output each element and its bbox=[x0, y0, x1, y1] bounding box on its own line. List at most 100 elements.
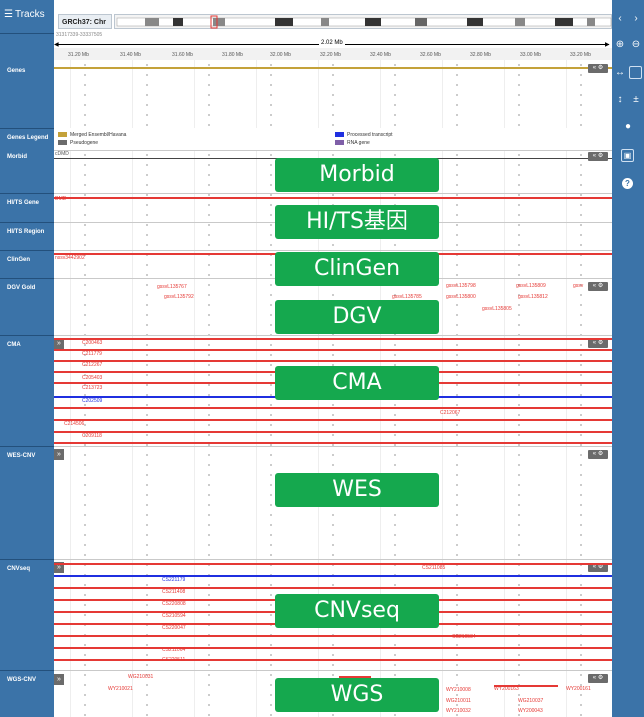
cma-cnv-bar[interactable] bbox=[54, 338, 612, 340]
wgs-label: WY210032 bbox=[446, 708, 471, 714]
vertical-arrows-icon[interactable]: ↕ bbox=[613, 93, 627, 107]
collapse-icon[interactable]: « bbox=[593, 153, 596, 159]
cma-label: C212267 bbox=[82, 362, 103, 368]
track-controls[interactable]: « ⚙ bbox=[588, 450, 608, 459]
zoom-out-icon[interactable]: ⊖ bbox=[629, 38, 643, 52]
dgv-label: gssvL135805 bbox=[482, 306, 512, 312]
gear-icon[interactable]: ⚙ bbox=[598, 65, 603, 71]
clingen-track[interactable]: nssv3442902 ClinGen bbox=[54, 250, 612, 286]
dgv-label: gssv bbox=[573, 283, 584, 289]
hits-gene-feature[interactable] bbox=[54, 197, 612, 199]
select-region-icon[interactable] bbox=[629, 66, 642, 79]
overlay-tag-hits: HI/TS基因 bbox=[275, 205, 439, 239]
track-controls[interactable]: « ⚙ bbox=[588, 339, 608, 348]
expand-button[interactable]: » bbox=[54, 449, 64, 460]
track-controls[interactable]: « ⚙ bbox=[588, 282, 608, 291]
wgs-track[interactable]: » « ⚙ WG210031 WY210021 WY210008 WY20016… bbox=[54, 670, 612, 717]
cma-label: C213723 bbox=[82, 385, 103, 391]
cnvseq-cnv-bar[interactable] bbox=[54, 659, 612, 661]
overlay-tag-morbid: Morbid bbox=[275, 158, 439, 192]
cnvseq-cnv-bar[interactable] bbox=[54, 635, 612, 637]
wgs-label: WY210021 bbox=[108, 686, 133, 692]
arrow-left-icon: ◀ bbox=[54, 42, 59, 48]
hits-gene-label: DMD bbox=[55, 196, 67, 202]
wgs-label: WY210008 bbox=[446, 687, 471, 693]
location-pin-icon[interactable]: ● bbox=[621, 120, 635, 134]
divider bbox=[0, 193, 54, 194]
help-icon[interactable]: ? bbox=[622, 178, 633, 189]
dgv-label: gssvL135800 bbox=[446, 294, 476, 300]
wgs-cnv-bar[interactable] bbox=[494, 685, 558, 687]
genes-track[interactable]: « ⚙ bbox=[54, 60, 612, 129]
morbid-track[interactable]: cDMD « ⚙ Morbid bbox=[54, 150, 612, 194]
cma-label: C212067 bbox=[440, 410, 461, 416]
legend-label: Merged Ensembl/Havana bbox=[70, 132, 127, 138]
hamburger-icon: ☰ bbox=[4, 9, 13, 20]
wgs-label: WG210031 bbox=[128, 674, 154, 680]
plus-minus-icon[interactable]: ± bbox=[629, 93, 643, 107]
gear-icon[interactable]: ⚙ bbox=[598, 340, 603, 346]
cma-cnv-bar[interactable] bbox=[54, 442, 612, 444]
dgv-label: gssvL135767 bbox=[157, 284, 187, 290]
gear-icon[interactable]: ⚙ bbox=[598, 675, 603, 681]
cnvseq-cnv-bar[interactable] bbox=[54, 647, 612, 649]
legend-label: Processed transcript bbox=[347, 132, 393, 138]
cnvseq-label: CS221179 bbox=[162, 577, 186, 583]
gear-icon[interactable]: ⚙ bbox=[598, 283, 603, 289]
zoom-in-icon[interactable]: ⊕ bbox=[613, 38, 627, 52]
divider bbox=[0, 278, 54, 279]
track-sidebar: ☰ Tracks Genes Genes Legend Morbid HI/TS … bbox=[0, 0, 54, 717]
track-controls[interactable]: « ⚙ bbox=[588, 152, 608, 161]
gene-bar[interactable] bbox=[54, 67, 612, 69]
cma-label: C202509 bbox=[82, 398, 103, 404]
coordinate-range[interactable]: 31317339-33337505 bbox=[56, 32, 102, 38]
cma-label: C205403 bbox=[82, 375, 103, 381]
collapse-icon[interactable]: « bbox=[593, 451, 596, 457]
legend-item: Merged Ensembl/Havana bbox=[58, 132, 126, 138]
cma-cnv-bar[interactable] bbox=[54, 419, 612, 421]
tracks-menu-button[interactable]: ☰ Tracks bbox=[4, 9, 45, 20]
cnvseq-track[interactable]: » « ⚙ CS211085 CS221179 CS211408 CS22080… bbox=[54, 559, 612, 671]
chevron-left-icon[interactable]: ‹ bbox=[613, 12, 627, 26]
dgv-track[interactable]: « ⚙ gssvL135767 gssvL135792 gssvL135798 … bbox=[54, 278, 612, 336]
morbid-feature-label: cDMD bbox=[55, 151, 69, 157]
track-label-wes: WES-CNV bbox=[7, 453, 36, 459]
expand-button[interactable]: » bbox=[54, 674, 64, 685]
dgv-label: gssvL135812 bbox=[518, 294, 548, 300]
scale-span: 2.02 Mb bbox=[319, 40, 345, 46]
gear-icon[interactable]: ⚙ bbox=[598, 153, 603, 159]
track-controls[interactable]: « ⚙ bbox=[588, 64, 608, 73]
legend-item: Pseudogene bbox=[58, 140, 98, 146]
cma-cnv-bar[interactable] bbox=[54, 360, 612, 362]
cnvseq-cnv-bar[interactable] bbox=[54, 575, 612, 577]
collapse-icon[interactable]: « bbox=[593, 340, 596, 346]
ruler-tick: 31.60 Mb bbox=[172, 52, 193, 58]
cnvseq-label: CS210594 bbox=[162, 613, 186, 619]
legend-label: Pseudogene bbox=[70, 140, 99, 146]
gear-icon[interactable]: ⚙ bbox=[598, 451, 603, 457]
fit-screen-icon[interactable]: ▣ bbox=[621, 149, 634, 162]
chromosome-ideogram[interactable] bbox=[114, 14, 612, 29]
wes-track[interactable]: » « ⚙ WES bbox=[54, 446, 612, 560]
cma-cnv-bar[interactable] bbox=[54, 349, 612, 351]
track-area[interactable]: « ⚙ Merged Ensembl/Havana Pseudogene Pro… bbox=[54, 60, 612, 717]
cnvseq-cnv-bar[interactable] bbox=[54, 563, 612, 565]
horizontal-arrows-icon[interactable]: ↔ bbox=[613, 66, 627, 80]
wgs-label: WY200043 bbox=[518, 708, 543, 714]
cnvseq-label: CS211085 bbox=[422, 565, 446, 571]
divider bbox=[0, 670, 54, 671]
genes-legend-track: Merged Ensembl/Havana Pseudogene Process… bbox=[54, 128, 612, 151]
cnvseq-cnv-bar[interactable] bbox=[54, 587, 612, 589]
ruler-tick: 31.20 Mb bbox=[68, 52, 89, 58]
collapse-icon[interactable]: « bbox=[593, 65, 596, 71]
cma-cnv-bar[interactable] bbox=[54, 407, 612, 409]
track-label-morbid: Morbid bbox=[7, 154, 27, 160]
track-controls[interactable]: « ⚙ bbox=[588, 674, 608, 683]
cma-cnv-bar[interactable] bbox=[54, 431, 612, 433]
divider bbox=[0, 559, 54, 560]
collapse-icon[interactable]: « bbox=[593, 675, 596, 681]
cma-track[interactable]: » « ⚙ C200463 C211779 C212267 C205403 C2… bbox=[54, 335, 612, 447]
assembly-selector[interactable]: GRCh37: Chr bbox=[58, 14, 112, 29]
collapse-icon[interactable]: « bbox=[593, 283, 596, 289]
chevron-right-icon[interactable]: › bbox=[629, 12, 643, 26]
